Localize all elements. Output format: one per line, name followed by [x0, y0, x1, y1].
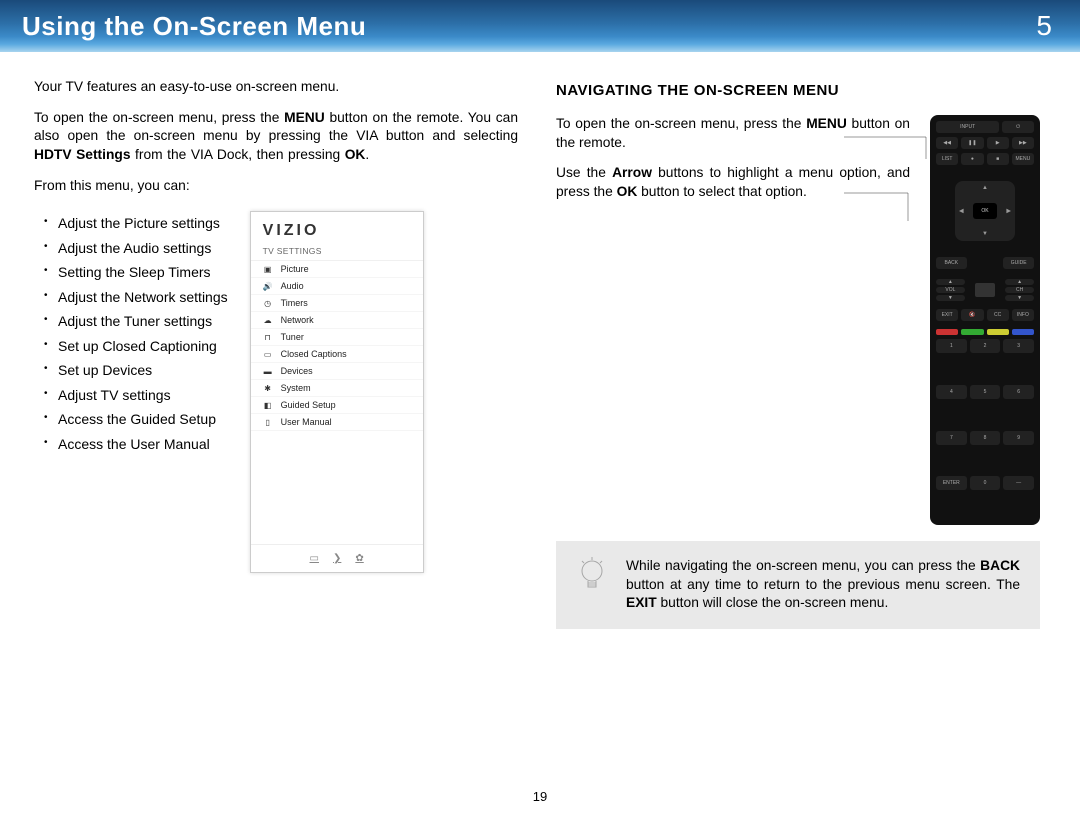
lightbulb-icon — [576, 557, 608, 597]
list-item: Adjust the Audio settings — [58, 236, 228, 261]
network-icon: ☁ — [263, 315, 273, 325]
remote-blue-button — [1012, 329, 1034, 335]
list-item: Adjust the Picture settings — [58, 211, 228, 236]
vizio-v-logo — [975, 283, 995, 297]
remote-input-button: INPUT — [936, 121, 999, 133]
remote-cc-button: CC — [987, 309, 1009, 321]
arrow-left-icon: ◀ — [959, 208, 964, 215]
remote-numpad: 1 2 3 4 5 6 7 8 9 ENTER 0 — — [936, 339, 1034, 519]
osd-item-guided: ◧Guided Setup — [251, 397, 423, 414]
book-icon: ▯ — [263, 417, 273, 427]
remote-stop-button: ■ — [987, 153, 1009, 165]
osd-item-network: ☁Network — [251, 312, 423, 329]
osd-menu-mock: VIZIO TV SETTINGS ▣Picture 🔊Audio ◷Timer… — [250, 211, 424, 573]
osd-section-title: TV SETTINGS — [251, 244, 423, 261]
chapter-title: Using the On-Screen Menu — [22, 11, 366, 42]
gear-icon: ✱ — [263, 383, 273, 393]
osd-item-timers: ◷Timers — [251, 295, 423, 312]
remote-menu-button: MENU — [1012, 153, 1034, 165]
remote-enter-button: ENTER — [936, 476, 967, 490]
remote-rewind-button: ◀◀ — [936, 137, 958, 149]
intro-paragraph-2: To open the on-screen menu, press the ME… — [34, 109, 518, 165]
list-item: Adjust the Tuner settings — [58, 309, 228, 334]
list-item: Adjust TV settings — [58, 383, 228, 408]
osd-brand-logo: VIZIO — [251, 212, 423, 244]
osd-item-cc: ▭Closed Captions — [251, 346, 423, 363]
feature-list: Adjust the Picture settings Adjust the A… — [34, 211, 228, 456]
remote-red-button — [936, 329, 958, 335]
remote-vol-label: VOL — [936, 287, 965, 293]
intro-paragraph-1: Your TV features an easy-to-use on-scree… — [34, 78, 518, 97]
remote-play-button: ▶ — [987, 137, 1009, 149]
nav-paragraph-1: To open the on-screen menu, press the ME… — [556, 115, 910, 152]
remote-power-button: ⏻ — [1002, 121, 1034, 133]
osd-item-audio: 🔊Audio — [251, 278, 423, 295]
chapter-banner: Using the On-Screen Menu 5 — [0, 0, 1080, 52]
clock-icon: ◷ — [263, 298, 273, 308]
chapter-number: 5 — [1036, 10, 1052, 42]
list-item: Access the User Manual — [58, 432, 228, 457]
page-number: 19 — [0, 789, 1080, 804]
osd-item-tuner: ⊓Tuner — [251, 329, 423, 346]
osd-item-devices: ▬Devices — [251, 363, 423, 380]
remote-rec-button: ● — [961, 153, 983, 165]
arrow-down-icon: ▼ — [982, 231, 988, 237]
chevron-down-icon: ❯ — [333, 553, 341, 564]
list-item: Set up Closed Captioning — [58, 334, 228, 359]
remote-info-button: INFO — [1012, 309, 1034, 321]
remote-green-button — [961, 329, 983, 335]
remote-guide-button: GUIDE — [1003, 257, 1034, 269]
setup-icon: ◧ — [263, 400, 273, 410]
picture-icon: ▣ — [263, 264, 273, 274]
list-item: Adjust the Network settings — [58, 285, 228, 310]
speaker-icon: 🔊 — [263, 281, 273, 291]
remote-ok-button: OK — [973, 203, 997, 219]
intro-paragraph-3: From this menu, you can: — [34, 177, 518, 196]
tip-text: While navigating the on-screen menu, you… — [626, 557, 1020, 613]
remote-list-button: LIST — [936, 153, 958, 165]
osd-item-picture: ▣Picture — [251, 261, 423, 278]
nav-paragraph-2: Use the Arrow buttons to highlight a men… — [556, 164, 910, 201]
remote-yellow-button — [987, 329, 1009, 335]
list-item: Setting the Sleep Timers — [58, 260, 228, 285]
list-item: Set up Devices — [58, 358, 228, 383]
devices-icon: ▬ — [263, 366, 273, 376]
remote-control-illustration: INPUT⏻ ◀◀ ❚❚ ▶ ▶▶ LIST ● ■ MENU ▲ ▼ — [930, 115, 1040, 525]
remote-dpad: ▲ ▼ ◀ ▶ OK — [955, 181, 1015, 241]
remote-ch-label: CH — [1005, 287, 1034, 293]
remote-exit-button: EXIT — [936, 309, 958, 321]
remote-pause-button: ❚❚ — [961, 137, 983, 149]
antenna-icon: ⊓ — [263, 332, 273, 342]
remote-mute-button: 🔇 — [961, 309, 983, 321]
cc-icon: ▭ — [263, 349, 273, 359]
section-heading: NAVIGATING THE ON-SCREEN MENU — [556, 82, 1040, 99]
list-item: Access the Guided Setup — [58, 407, 228, 432]
screen-icon: ▭ — [310, 553, 319, 564]
arrow-up-icon: ▲ — [982, 185, 988, 191]
arrow-right-icon: ▶ — [1006, 208, 1011, 215]
remote-back-button: BACK — [936, 257, 967, 269]
remote-ff-button: ▶▶ — [1012, 137, 1034, 149]
osd-item-system: ✱System — [251, 380, 423, 397]
osd-footer-icons: ▭ ❯ ✿ — [251, 544, 423, 572]
tip-callout: While navigating the on-screen menu, you… — [556, 541, 1040, 629]
osd-item-manual: ▯User Manual — [251, 414, 423, 431]
settings-icon: ✿ — [355, 553, 363, 564]
